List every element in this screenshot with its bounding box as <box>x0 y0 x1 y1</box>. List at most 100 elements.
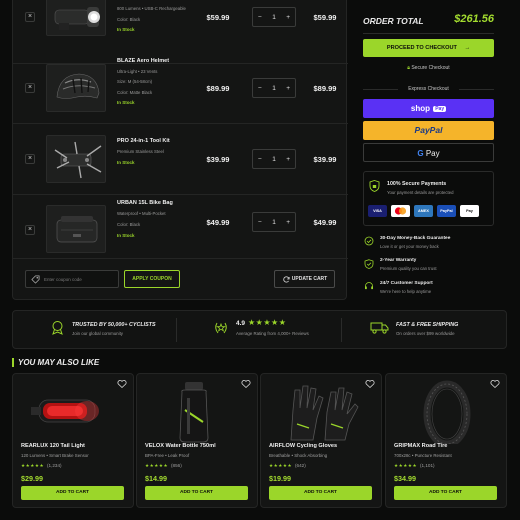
item-price: $49.99 <box>206 218 230 227</box>
remove-item-button[interactable]: × <box>25 154 35 164</box>
product-name[interactable]: GRIPMAX Road Tire <box>394 443 447 449</box>
product-name[interactable]: VELOX Water Bottle 750ml <box>145 443 216 449</box>
product-card[interactable]: AIRFLOW Cycling Gloves Breathable • Shoc… <box>260 373 382 508</box>
item-spec: Waterproof • Multi-Pocket <box>117 211 166 216</box>
coupon-input[interactable] <box>44 274 114 285</box>
product-name[interactable]: REARLUX 120 Tail Light <box>21 443 85 449</box>
truck-icon <box>370 322 389 334</box>
decrease-qty-button[interactable]: − <box>258 156 262 163</box>
update-cart-button[interactable]: UPDATE CART <box>274 270 335 288</box>
feature-title: 24/7 Customer Support <box>380 281 433 286</box>
paypal-card-icon: PayPal <box>437 205 456 217</box>
checkout-label: PROCEED TO CHECKOUT <box>386 45 457 51</box>
item-name[interactable]: BLAZE Aero Helmet <box>117 58 169 64</box>
tire-icon <box>423 380 471 444</box>
cart-row: × URBAN 15L Bike Bag Waterproof • Multi-… <box>13 195 348 259</box>
divider <box>363 33 494 34</box>
qty-value: 1 <box>272 84 276 92</box>
shop-pay-badge: Pay <box>433 106 447 112</box>
add-to-cart-button[interactable]: ADD TO CART <box>269 486 372 500</box>
remove-item-button[interactable]: × <box>25 12 35 22</box>
decrease-qty-button[interactable]: − <box>258 85 262 92</box>
heart-icon[interactable] <box>241 379 251 389</box>
stock-status: In Stock <box>117 160 135 165</box>
rating-sub: Average Rating from 4,000+ Reviews <box>236 331 309 336</box>
quantity-stepper[interactable]: − 1 + <box>252 7 296 27</box>
bike-headlight-icon[interactable] <box>46 0 106 36</box>
order-total-label: ORDER TOTAL <box>363 16 424 26</box>
gloves-icon <box>290 385 359 441</box>
product-price: $19.99 <box>269 474 291 483</box>
qty-value: 1 <box>272 218 276 226</box>
headset-icon <box>365 282 373 290</box>
quantity-stepper[interactable]: − 1 + <box>252 149 296 169</box>
product-reviews: (642) <box>295 463 306 468</box>
item-size: Size: M (54-58cm) <box>117 79 153 84</box>
feature-sub: We're here to help anytime <box>380 289 432 294</box>
heart-icon[interactable] <box>117 379 127 389</box>
product-card[interactable]: REARLUX 120 Tail Light 120 Lumens • Smar… <box>12 373 134 508</box>
order-total-value: $261.56 <box>454 13 494 25</box>
decrease-qty-button[interactable]: − <box>258 14 262 21</box>
google-pay-button[interactable]: G Pay <box>363 143 494 162</box>
remove-item-button[interactable]: × <box>25 225 35 235</box>
item-price: $89.99 <box>206 84 230 93</box>
add-to-cart-button[interactable]: ADD TO CART <box>145 486 248 500</box>
multitool-icon[interactable] <box>46 135 106 183</box>
increase-qty-button[interactable]: + <box>286 14 290 21</box>
product-card[interactable]: VELOX Water Bottle 750ml BPA-Free • Leak… <box>136 373 258 508</box>
increase-qty-button[interactable]: + <box>286 156 290 163</box>
google-pay-label: Pay <box>425 149 440 158</box>
heading-accent <box>12 358 14 367</box>
item-total: $39.99 <box>313 155 337 164</box>
quantity-stepper[interactable]: − 1 + <box>252 212 296 232</box>
tag-icon <box>31 275 40 284</box>
increase-qty-button[interactable]: + <box>286 219 290 226</box>
secure-payments-sub: Your payment details are protected <box>387 190 454 195</box>
remove-item-button[interactable]: × <box>25 83 35 93</box>
item-price: $59.99 <box>206 13 230 22</box>
secure-payments-box <box>363 171 494 226</box>
item-total: $59.99 <box>313 13 337 22</box>
increase-qty-button[interactable]: + <box>286 85 290 92</box>
rating-value: 4.9 <box>236 320 246 327</box>
stock-status: In Stock <box>117 27 135 32</box>
product-desc: 700x28c • Puncture Resistant <box>394 453 452 458</box>
cart-row: × PRO 24-in-1 Tool Kit Premium Stainless… <box>13 124 348 195</box>
product-name[interactable]: AIRFLOW Cycling Gloves <box>269 443 337 449</box>
shipping-sub: On orders over $99 worldwide <box>396 331 455 336</box>
heart-icon[interactable] <box>490 379 500 389</box>
water-bottle-icon <box>179 382 209 443</box>
feature-title: 2-Year Warranty <box>380 258 417 263</box>
coupon-field[interactable] <box>25 270 119 288</box>
item-color: Color: Matte Black <box>117 90 153 95</box>
apple-pay-label: Pay <box>466 209 473 213</box>
product-price: $29.99 <box>21 474 43 483</box>
item-name[interactable]: URBAN 15L Bike Bag <box>117 200 173 206</box>
product-desc: 120 Lumens • Smart Brake Sensor <box>21 453 89 458</box>
product-desc: Breathable • Shock Absorbing <box>269 453 328 458</box>
add-to-cart-button[interactable]: ADD TO CART <box>394 486 497 500</box>
secure-checkout-label: Secure Checkout <box>411 65 450 71</box>
heart-icon[interactable] <box>365 379 375 389</box>
qty-value: 1 <box>272 155 276 163</box>
arrow-right-icon: → <box>464 45 471 51</box>
helmet-icon[interactable] <box>46 64 106 112</box>
proceed-to-checkout-button[interactable]: PROCEED TO CHECKOUT → <box>363 39 494 57</box>
decrease-qty-button[interactable]: − <box>258 219 262 226</box>
apply-coupon-button[interactable]: APPLY COUPON <box>124 270 180 288</box>
shield-icon <box>369 180 380 192</box>
feature-sub: Love it or get your money back <box>380 244 439 249</box>
add-to-cart-button[interactable]: ADD TO CART <box>21 486 124 500</box>
product-stars: ★★★★★ <box>21 463 45 468</box>
express-checkout-label: Express Checkout <box>408 86 449 92</box>
shop-pay-button[interactable]: shop Pay <box>363 99 494 118</box>
quantity-stepper[interactable]: − 1 + <box>252 78 296 98</box>
trust-bar <box>12 310 507 349</box>
item-name[interactable]: PRO 24-in-1 Tool Kit <box>117 138 170 144</box>
product-card[interactable]: GRIPMAX Road Tire 700x28c • Puncture Res… <box>385 373 507 508</box>
lock-icon: 🔒︎ <box>407 65 410 71</box>
bike-bag-icon[interactable] <box>46 205 106 253</box>
paypal-button[interactable]: PayPal <box>363 121 494 140</box>
divider <box>176 318 177 342</box>
